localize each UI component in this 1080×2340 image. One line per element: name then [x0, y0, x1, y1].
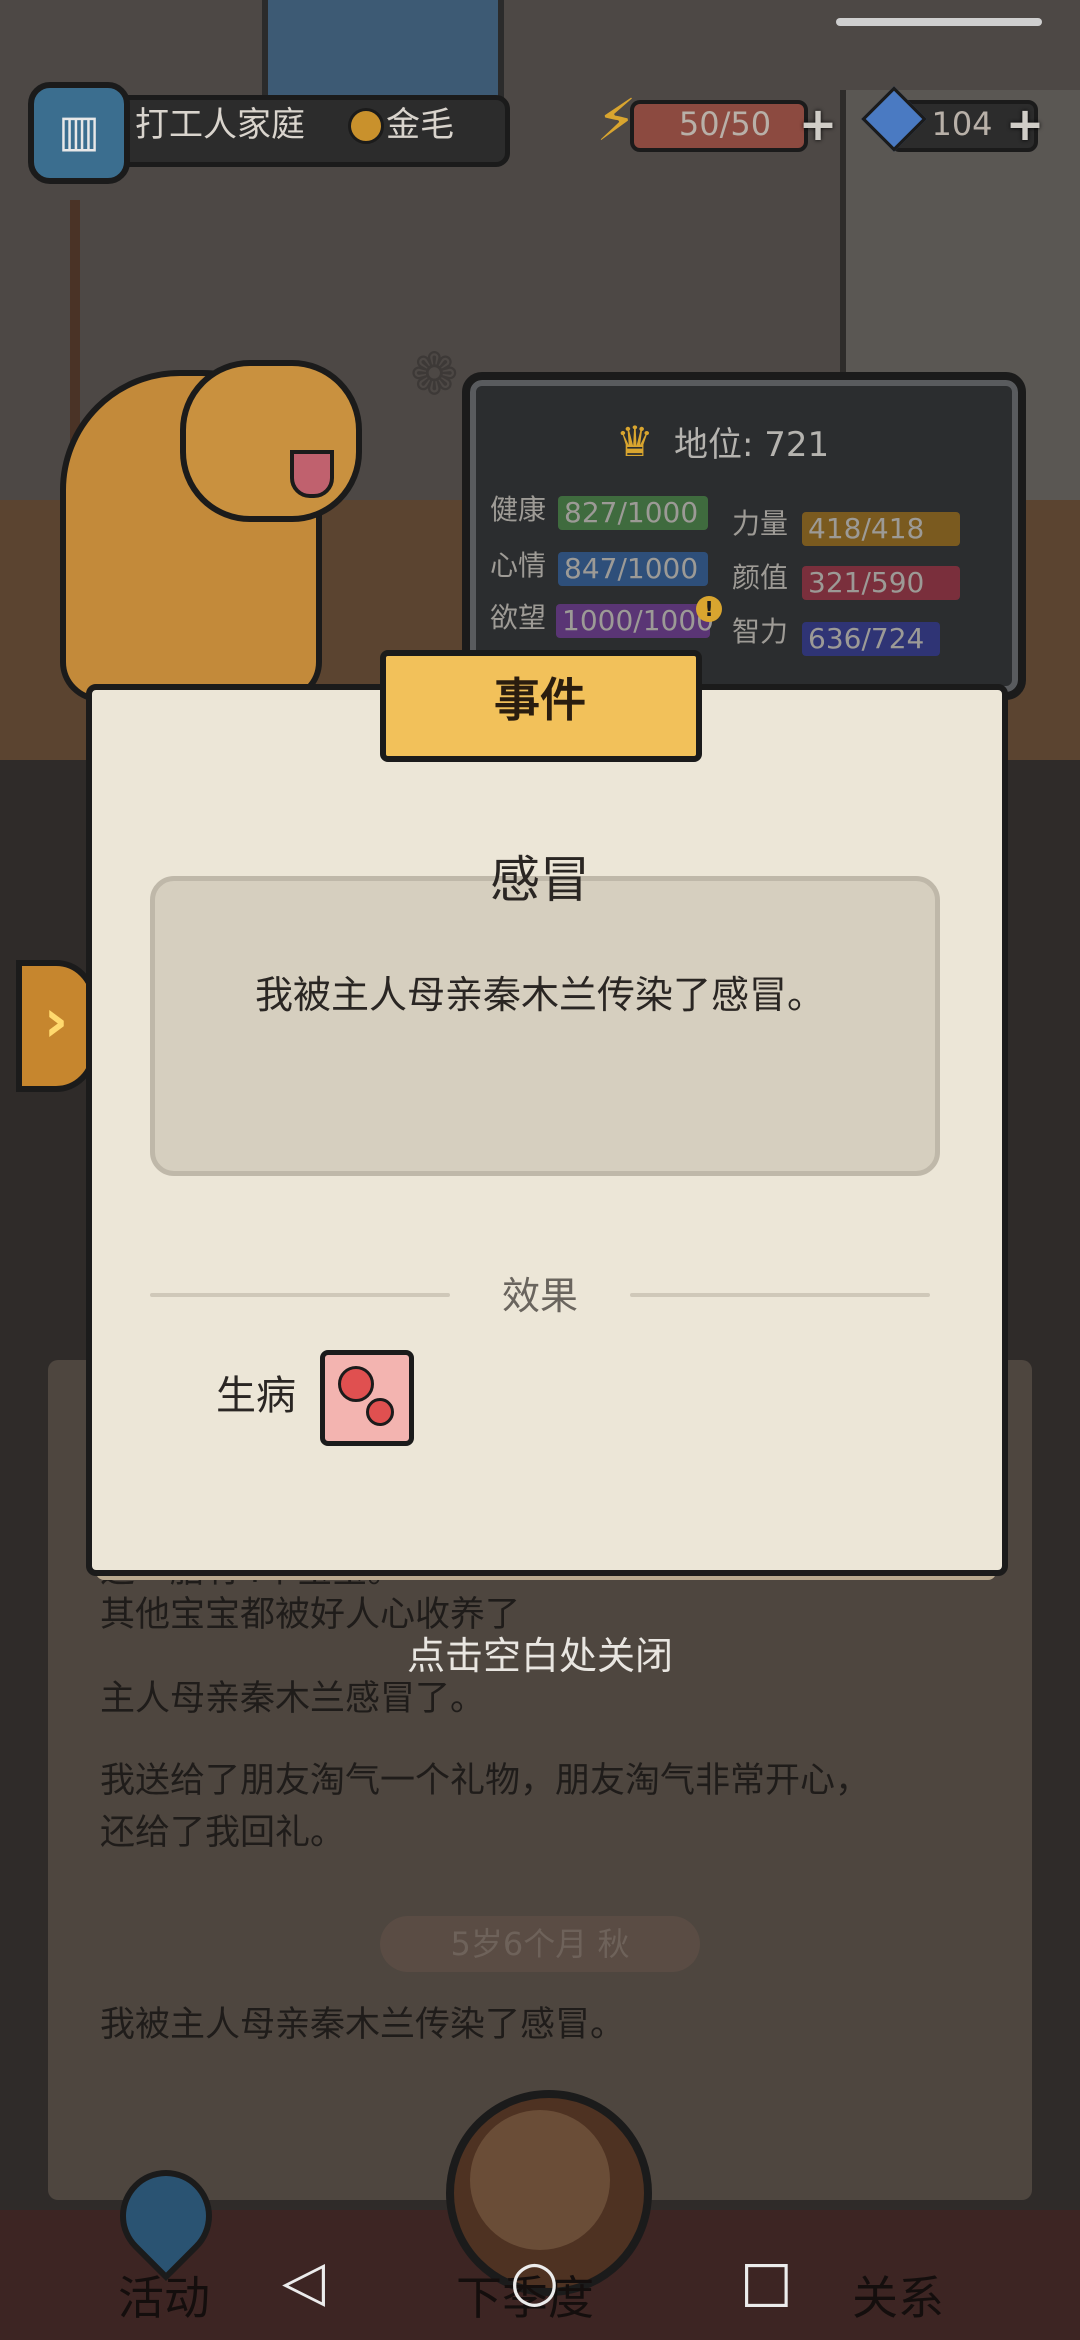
stat-bar-desire: 1000/1000 [556, 604, 714, 638]
stat-label-desire: 欲望 [490, 601, 547, 634]
stat-bar-strength: 418/418 [802, 512, 960, 546]
breed-label: 金毛 [386, 105, 454, 145]
event-description: 我被主人母亲秦木兰传染了感冒。 [254, 973, 825, 1017]
period-header: 5岁6个月 秋 [380, 1916, 700, 1972]
stat-bar-health: 827/1000 [558, 496, 708, 530]
home-name: 打工人家庭 [135, 105, 305, 145]
add-gems-button[interactable]: + [1005, 101, 1045, 147]
stat-label-looks: 颜值 [732, 561, 789, 594]
add-energy-button[interactable]: + [798, 101, 838, 147]
nav-relations[interactable]: 关系 [852, 2268, 944, 2328]
effect-name: 生病 [216, 1373, 296, 1419]
back-icon[interactable]: ◁ [282, 2252, 325, 2312]
warning-icon: ! [696, 596, 722, 622]
stat-label-strength: 力量 [732, 507, 789, 540]
stat-bar-looks: 321/590 [802, 566, 960, 600]
status-bar-indicator [836, 18, 1042, 26]
home-circle-icon[interactable]: ○ [510, 2252, 559, 2312]
dog-head [180, 360, 362, 522]
lightning-icon: ⚡ [596, 86, 637, 154]
gem-count: 104 [931, 105, 993, 143]
event-description-box [150, 876, 940, 1176]
event-title: 感冒 [490, 851, 590, 909]
medal-icon [348, 108, 384, 144]
log-line: 还给了我回礼。 [100, 1813, 346, 1853]
paw-print-icon: ❁ [410, 340, 459, 408]
log-line: 我被主人母亲秦木兰传染了感冒。 [100, 2005, 626, 2045]
stat-bar-intelligence: 636/724 [802, 622, 940, 656]
dog-tongue [290, 450, 334, 498]
crown-icon: ♛ [616, 417, 654, 466]
effect-header: 效果 [501, 1274, 578, 1318]
stat-bar-mood: 847/1000 [558, 552, 708, 586]
divider-right [630, 1293, 930, 1297]
chevron-right-icon[interactable]: › [16, 960, 96, 1092]
building-icon[interactable]: ▥ [28, 82, 130, 184]
energy-value: 50/50 [678, 105, 772, 143]
paw-icon [470, 2110, 610, 2250]
divider-left [150, 1293, 450, 1297]
event-ribbon-label: 事件 [494, 673, 586, 727]
recents-icon[interactable]: □ [740, 2252, 793, 2312]
status-label: 地位: 721 [674, 425, 830, 465]
virus-blob [338, 1366, 374, 1402]
nav-activity[interactable]: 活动 [118, 2268, 210, 2328]
stat-label-intelligence: 智力 [732, 615, 789, 648]
close-hint[interactable]: 点击空白处关闭 [0, 1630, 1080, 1682]
stat-label-health: 健康 [490, 493, 547, 526]
stat-label-mood: 心情 [490, 549, 547, 582]
virus-blob [366, 1398, 394, 1426]
log-line: 我送给了朋友淘气一个礼物，朋友淘气非常开心， [100, 1761, 871, 1801]
